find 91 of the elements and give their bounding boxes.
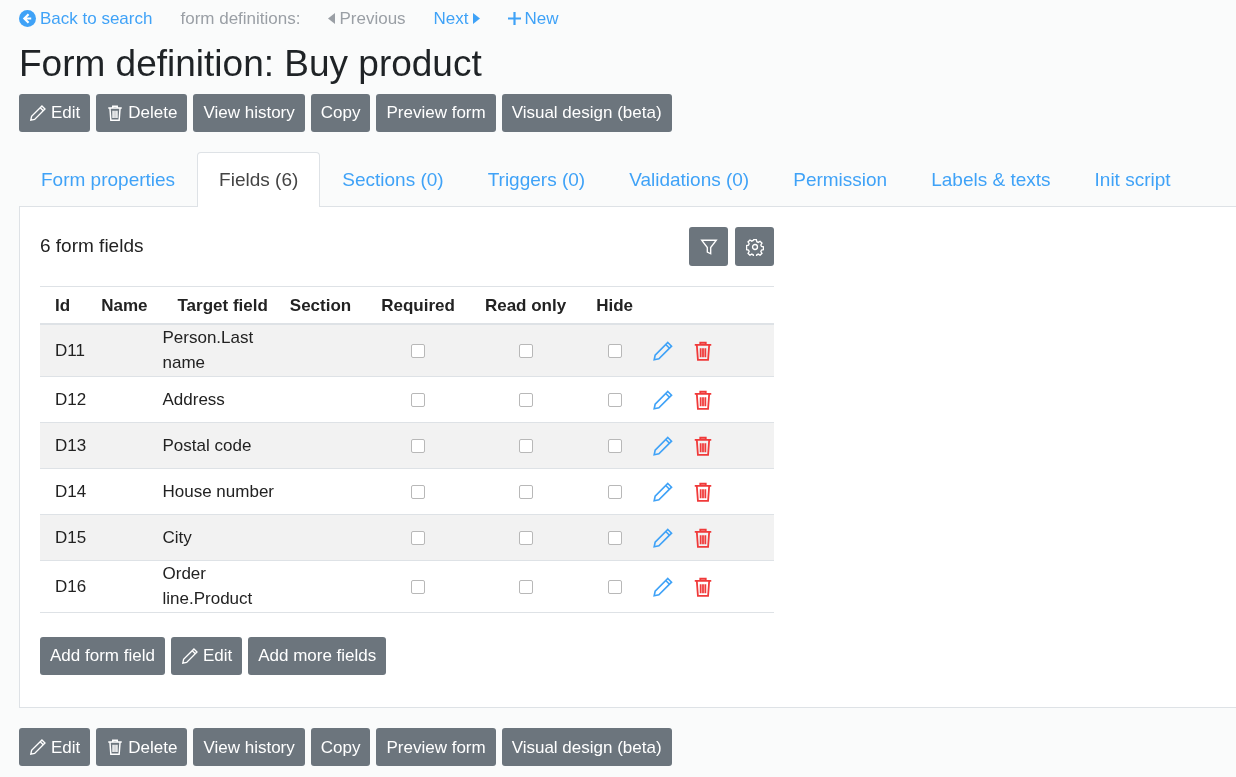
checkbox[interactable] xyxy=(411,485,426,500)
checkbox[interactable] xyxy=(518,580,533,595)
checkbox[interactable] xyxy=(411,531,426,546)
back-arrow-icon xyxy=(19,10,36,28)
column-header: Id xyxy=(40,286,102,324)
checkbox[interactable] xyxy=(607,344,622,359)
column-header: Required xyxy=(366,286,470,324)
table-cell: Order line.Product xyxy=(162,560,290,613)
checkbox[interactable] xyxy=(411,344,426,359)
column-header: Name xyxy=(101,286,163,324)
edit-icon[interactable] xyxy=(652,389,674,412)
edit-icon[interactable] xyxy=(652,481,674,504)
table-cell: Address xyxy=(162,376,290,423)
delete-button[interactable]: Delete xyxy=(96,728,188,767)
plus-icon xyxy=(507,12,521,26)
caret-left-icon xyxy=(328,13,336,25)
field-count: 6 form fields xyxy=(40,234,144,259)
table-cell: City xyxy=(162,514,290,561)
delete-icon[interactable] xyxy=(692,527,714,550)
delete-button[interactable]: Delete xyxy=(96,93,188,132)
table-cell: Postal code xyxy=(162,422,290,469)
table-cell: D14 xyxy=(40,468,102,515)
delete-icon[interactable] xyxy=(692,340,714,363)
table-cell: House number xyxy=(162,468,290,515)
edit-button[interactable]: Edit xyxy=(19,93,91,132)
action-button[interactable]: Visual design (beta) xyxy=(501,93,672,132)
checkbox[interactable] xyxy=(607,439,622,454)
checkbox[interactable] xyxy=(411,393,426,408)
table-cell: D13 xyxy=(40,422,102,469)
tab[interactable]: Labels & texts xyxy=(909,151,1073,208)
tab[interactable]: Permission xyxy=(771,151,910,208)
action-button[interactable]: Copy xyxy=(310,93,371,132)
filter-icon xyxy=(699,237,718,256)
table-cell: D11 xyxy=(40,323,102,377)
filter-button[interactable] xyxy=(689,227,728,267)
action-button[interactable]: View history xyxy=(193,728,305,767)
edit-button[interactable]: Edit xyxy=(170,636,243,675)
breadcrumb-label: form definitions: xyxy=(180,8,301,30)
edit-button[interactable]: Edit xyxy=(19,728,91,767)
column-header: Target field xyxy=(162,286,290,324)
delete-icon[interactable] xyxy=(692,389,714,412)
column-header: Read only xyxy=(469,286,582,324)
delete-icon[interactable] xyxy=(692,435,714,458)
settings-button[interactable] xyxy=(735,227,774,267)
tab[interactable]: Sections (0) xyxy=(320,151,466,208)
column-header: Section xyxy=(289,286,367,324)
pencil-icon xyxy=(29,103,47,122)
tab[interactable]: Init script xyxy=(1072,151,1193,208)
checkbox[interactable] xyxy=(518,439,533,454)
trash-icon xyxy=(106,738,125,757)
checkbox[interactable] xyxy=(518,344,533,359)
edit-icon[interactable] xyxy=(652,340,674,363)
pencil-icon xyxy=(180,646,199,665)
edit-icon[interactable] xyxy=(652,435,674,458)
tab[interactable]: Validations (0) xyxy=(607,151,772,208)
back-link[interactable]: Back to search xyxy=(19,6,153,32)
delete-icon[interactable] xyxy=(692,576,714,599)
new-link[interactable]: New xyxy=(507,6,559,32)
action-button[interactable]: Visual design (beta) xyxy=(501,728,672,767)
delete-icon[interactable] xyxy=(692,481,714,504)
checkbox[interactable] xyxy=(518,531,533,546)
checkbox[interactable] xyxy=(411,439,426,454)
checkbox[interactable] xyxy=(607,531,622,546)
table-cell: D12 xyxy=(40,376,102,423)
table-cell: D16 xyxy=(40,560,102,613)
action-button[interactable]: Preview form xyxy=(376,728,496,767)
pencil-icon xyxy=(29,738,47,757)
action-button[interactable]: Add more fields xyxy=(248,636,387,675)
edit-icon[interactable] xyxy=(652,527,674,550)
settings-icon xyxy=(745,237,764,256)
column-header: Hide xyxy=(581,286,648,324)
checkbox[interactable] xyxy=(411,580,426,595)
checkbox[interactable] xyxy=(607,485,622,500)
tab[interactable]: Fields (6) xyxy=(197,151,321,208)
tab[interactable]: Form properties xyxy=(19,151,198,208)
tab[interactable]: Triggers (0) xyxy=(465,151,608,208)
action-button[interactable]: Preview form xyxy=(376,93,496,132)
checkbox[interactable] xyxy=(607,580,622,595)
checkbox[interactable] xyxy=(607,393,622,408)
checkbox[interactable] xyxy=(518,393,533,408)
caret-right-icon xyxy=(472,13,480,25)
action-button[interactable]: View history xyxy=(193,93,305,132)
page-title: Form definition: Buy product xyxy=(19,41,483,86)
next-link[interactable]: Next xyxy=(433,6,480,32)
edit-icon[interactable] xyxy=(652,576,674,599)
action-button[interactable]: Add form field xyxy=(40,636,165,675)
trash-icon xyxy=(106,103,125,122)
table-cell: Person.Last name xyxy=(162,323,290,377)
table-cell: D15 xyxy=(40,514,102,561)
checkbox[interactable] xyxy=(518,485,533,500)
action-button[interactable]: Copy xyxy=(310,728,371,767)
